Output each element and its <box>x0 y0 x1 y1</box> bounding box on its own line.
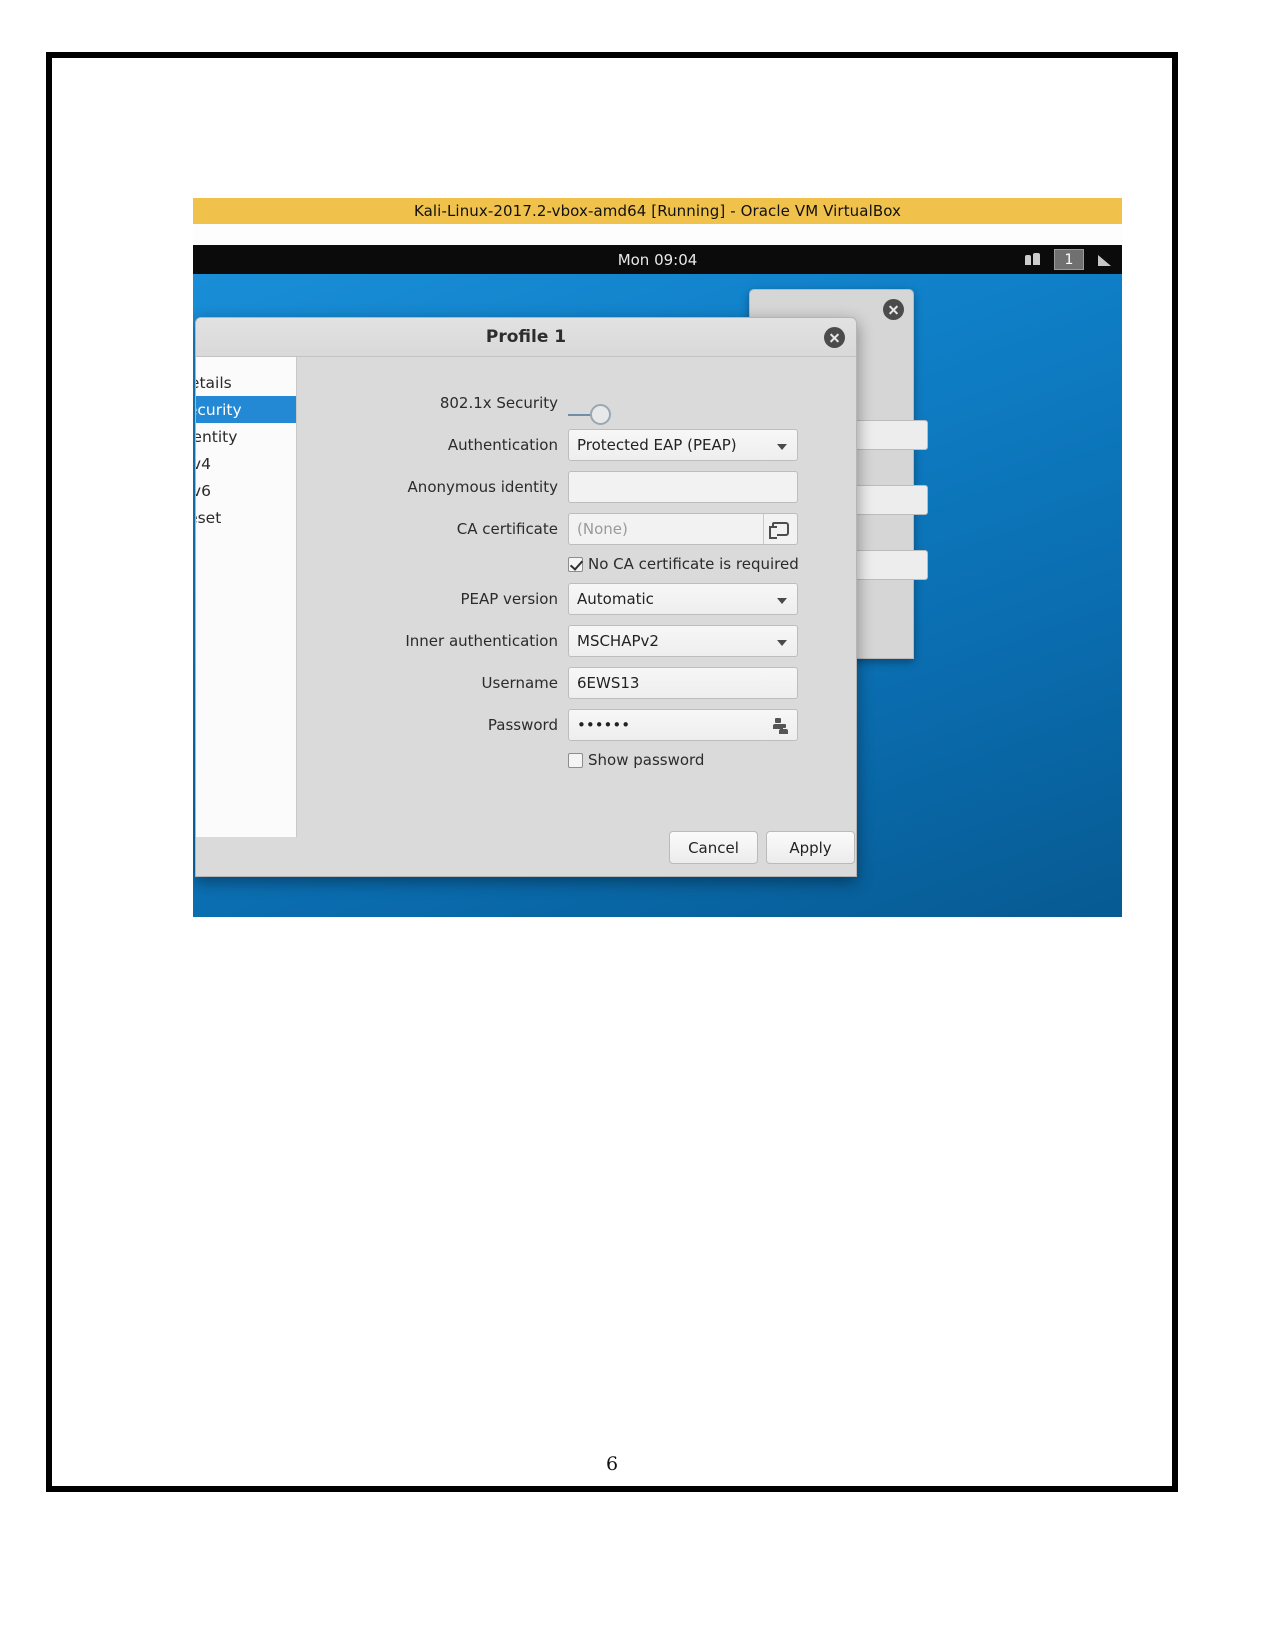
label-802-1x-security: 802.1x Security <box>439 394 558 412</box>
peap-version-value: Automatic <box>577 590 654 608</box>
row-peap-version: PEAP version Automatic <box>297 583 798 615</box>
document-page: Kali-Linux-2017.2-vbox-amd64 [Running] -… <box>46 52 1178 1492</box>
panel-tray: 1 <box>1024 249 1116 270</box>
label-authentication: Authentication <box>447 436 558 454</box>
ca-certificate-placeholder: (None) <box>577 520 628 538</box>
inner-authentication-value: MSCHAPv2 <box>577 632 659 650</box>
security-form: 802.1x Security Authentication Protected… <box>297 357 856 876</box>
dialog-title: Profile 1 <box>485 327 567 347</box>
users-store-glyph-head-1 <box>775 718 781 723</box>
label-peap-version: PEAP version <box>460 590 558 608</box>
cancel-button[interactable]: Cancel <box>669 831 758 864</box>
label-password: Password <box>487 716 558 734</box>
page-number: 6 <box>605 1453 619 1475</box>
no-ca-required-checkbox[interactable] <box>568 556 583 572</box>
row-show-password: Show password <box>297 751 798 769</box>
users-icon[interactable] <box>1024 252 1042 268</box>
sidebar-item-details[interactable]: Details <box>196 369 296 396</box>
guest-desktop: Mon 09:04 1 Profile 1 tails curity ntity… <box>193 245 1122 917</box>
password-input[interactable]: •••••• <box>568 709 798 741</box>
apply-button[interactable]: Apply <box>766 831 855 864</box>
row-anonymous-identity: Anonymous identity <box>297 471 798 503</box>
sidebar-item-ipv4[interactable]: IPv4 <box>196 450 296 477</box>
show-password-checkbox[interactable] <box>568 752 583 768</box>
dialog-body: Details Security Identity IPv4 IPv6 Rese… <box>196 357 856 876</box>
close-icon[interactable] <box>883 299 904 320</box>
virtualbox-window: Kali-Linux-2017.2-vbox-amd64 [Running] -… <box>193 198 1122 917</box>
inner-authentication-select[interactable]: MSCHAPv2 <box>568 625 798 657</box>
virtualbox-menu-strip[interactable] <box>193 224 1122 245</box>
username-value: 6EWS13 <box>577 674 640 692</box>
sidebar-item-reset[interactable]: Reset <box>196 504 296 531</box>
show-password-label[interactable]: Show password <box>588 751 704 769</box>
virtualbox-titlebar: Kali-Linux-2017.2-vbox-amd64 [Running] -… <box>193 198 1122 224</box>
dialog-footer: Cancel Apply <box>669 831 856 864</box>
row-ca-certificate: CA certificate (None) <box>297 513 798 545</box>
workspace-indicator[interactable]: 1 <box>1054 249 1084 270</box>
close-icon[interactable] <box>824 327 845 348</box>
username-input[interactable]: 6EWS13 <box>568 667 798 699</box>
peap-version-select[interactable]: Automatic <box>568 583 798 615</box>
virtualbox-window-title: Kali-Linux-2017.2-vbox-amd64 [Running] -… <box>413 202 902 220</box>
dialog-sidebar: Details Security Identity IPv4 IPv6 Rese… <box>196 357 297 837</box>
no-ca-required-label[interactable]: No CA certificate is required <box>588 555 799 573</box>
label-ca-certificate: CA certificate <box>456 520 558 538</box>
ca-certificate-input[interactable]: (None) <box>568 513 798 545</box>
authentication-select[interactable]: Protected EAP (PEAP) <box>568 429 798 461</box>
label-username: Username <box>481 674 558 692</box>
row-no-ca-required: No CA certificate is required <box>297 555 799 573</box>
label-anonymous-identity: Anonymous identity <box>407 478 558 496</box>
password-value: •••••• <box>577 716 631 734</box>
row-inner-authentication: Inner authentication MSCHAPv2 <box>297 625 798 657</box>
kali-top-panel: Mon 09:04 1 <box>193 245 1122 274</box>
profile-dialog: Profile 1 Details Security Identity IPv4… <box>195 317 857 877</box>
authentication-value: Protected EAP (PEAP) <box>577 436 737 454</box>
file-open-glyph <box>769 522 789 539</box>
toggle-knob <box>590 404 611 425</box>
users-store-icon[interactable] <box>770 718 788 734</box>
panel-clock[interactable]: Mon 09:04 <box>193 251 1122 269</box>
row-username: Username 6EWS13 <box>297 667 798 699</box>
users-store-glyph-body-2 <box>779 729 788 734</box>
file-open-icon[interactable] <box>763 514 797 544</box>
sidebar-item-security[interactable]: Security <box>196 396 296 423</box>
row-authentication: Authentication Protected EAP (PEAP) <box>297 429 798 461</box>
sidebar-item-identity[interactable]: Identity <box>196 423 296 450</box>
row-password: Password •••••• <box>297 709 798 741</box>
label-inner-authentication: Inner authentication <box>405 632 558 650</box>
network-signal-icon[interactable] <box>1096 252 1116 268</box>
dialog-titlebar: Profile 1 <box>196 318 856 357</box>
users-store-glyph-head-2 <box>781 724 786 728</box>
row-802-1x-security: 802.1x Security <box>297 387 798 425</box>
anonymous-identity-input[interactable] <box>568 471 798 503</box>
sidebar-item-ipv6[interactable]: IPv6 <box>196 477 296 504</box>
